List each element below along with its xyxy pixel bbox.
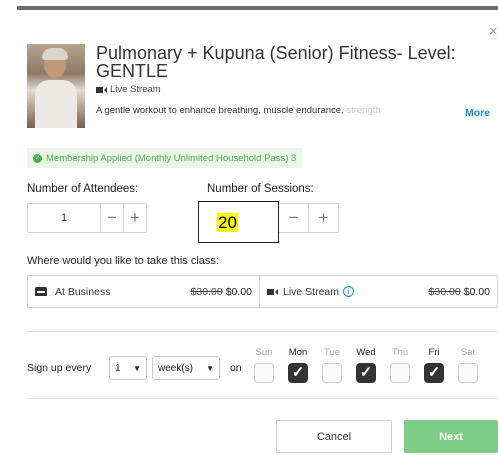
day-label: Sat xyxy=(460,347,476,358)
class-description-faded: strength xyxy=(346,105,381,116)
option-at-business-label: At Business xyxy=(55,285,111,298)
next-button[interactable]: Next xyxy=(404,420,498,453)
day-label: Mon xyxy=(288,347,308,358)
day-tue[interactable]: Tue xyxy=(320,348,344,383)
video-camera-icon xyxy=(267,288,278,295)
day-checkbox[interactable]: ✓ xyxy=(288,363,308,383)
day-label: Sun xyxy=(255,347,273,358)
class-description-text: A gentle workout to enhance breathing, m… xyxy=(96,105,347,116)
video-camera-icon xyxy=(96,86,107,93)
divider xyxy=(27,398,498,399)
option-live-stream-price: $0.00 xyxy=(463,285,490,298)
option-live-stream[interactable]: Live Stream i $30.00 $0.00 xyxy=(260,276,497,307)
day-checkbox[interactable] xyxy=(322,363,342,383)
attendees-value[interactable]: 1 xyxy=(28,204,100,232)
option-live-stream-original-price: $30.00 xyxy=(428,285,461,298)
on-label: on xyxy=(230,362,242,374)
class-format: Live Stream xyxy=(96,84,161,95)
option-at-business[interactable]: At Business $30.00 $0.00 xyxy=(28,276,260,307)
option-at-business-original-price: $30.00 xyxy=(190,285,223,298)
day-wed[interactable]: Wed ✓ xyxy=(354,348,378,383)
sessions-value: 20 xyxy=(217,213,238,232)
day-label: Wed xyxy=(356,347,376,358)
sessions-stepper: − + xyxy=(279,203,339,233)
option-at-business-price: $0.00 xyxy=(225,285,252,298)
close-icon[interactable]: × xyxy=(489,24,498,39)
check-circle-icon: ✓ xyxy=(33,153,42,163)
sessions-decrement-button[interactable]: − xyxy=(279,204,308,232)
day-checkbox[interactable]: ✓ xyxy=(424,363,444,383)
signup-label: Sign up every xyxy=(27,362,92,374)
cancel-button[interactable]: Cancel xyxy=(276,420,392,453)
day-checkbox[interactable] xyxy=(458,363,478,383)
class-format-label: Live Stream xyxy=(110,84,161,95)
info-icon[interactable]: i xyxy=(343,286,355,297)
class-description: A gentle workout to enhance breathing, m… xyxy=(96,105,381,116)
day-label: Thu xyxy=(391,347,409,358)
interval-select[interactable]: 1 ▼ xyxy=(109,356,147,380)
class-thumbnail xyxy=(27,44,85,128)
sessions-increment-button[interactable]: + xyxy=(308,204,338,232)
membership-text: Membership Applied (Monthly Unlimited Ho… xyxy=(46,152,297,164)
chevron-down-icon: ▼ xyxy=(133,363,141,373)
membership-badge: ✓ Membership Applied (Monthly Unlimited … xyxy=(27,148,303,168)
interval-value: 1 xyxy=(115,362,121,374)
unit-select[interactable]: week(s) ▼ xyxy=(152,356,220,380)
day-thu[interactable]: Thu xyxy=(388,348,412,383)
attendees-stepper: 1 − + xyxy=(27,203,147,233)
divider xyxy=(27,331,498,332)
day-checkbox[interactable]: ✓ xyxy=(356,363,376,383)
attendees-label: Number of Attendees: xyxy=(27,183,139,195)
day-label: Tue xyxy=(323,347,341,358)
class-title: Pulmonary + Kupuna (Senior) Fitness- Lev… xyxy=(96,43,456,81)
day-mon[interactable]: Mon ✓ xyxy=(286,348,310,383)
sessions-label: Number of Sessions: xyxy=(207,183,314,195)
day-label: Fri xyxy=(428,347,440,358)
day-checkbox[interactable] xyxy=(390,363,410,383)
top-bar xyxy=(17,6,498,10)
store-icon xyxy=(35,287,47,296)
more-link[interactable]: More xyxy=(465,107,490,119)
day-checkbox[interactable] xyxy=(254,363,274,383)
option-live-stream-label: Live Stream xyxy=(283,285,340,298)
sessions-input[interactable]: 20 xyxy=(198,201,279,243)
location-options: At Business $30.00 $0.00 Live Stream i $… xyxy=(27,275,498,308)
unit-value: week(s) xyxy=(158,362,194,374)
day-sun[interactable]: Sun xyxy=(252,348,276,383)
day-sat[interactable]: Sat xyxy=(456,348,480,383)
chevron-down-icon: ▼ xyxy=(206,363,214,373)
day-fri[interactable]: Fri ✓ xyxy=(422,348,446,383)
attendees-decrement-button[interactable]: − xyxy=(100,204,123,232)
location-question: Where would you like to take this class: xyxy=(27,255,219,267)
attendees-increment-button[interactable]: + xyxy=(123,204,146,232)
